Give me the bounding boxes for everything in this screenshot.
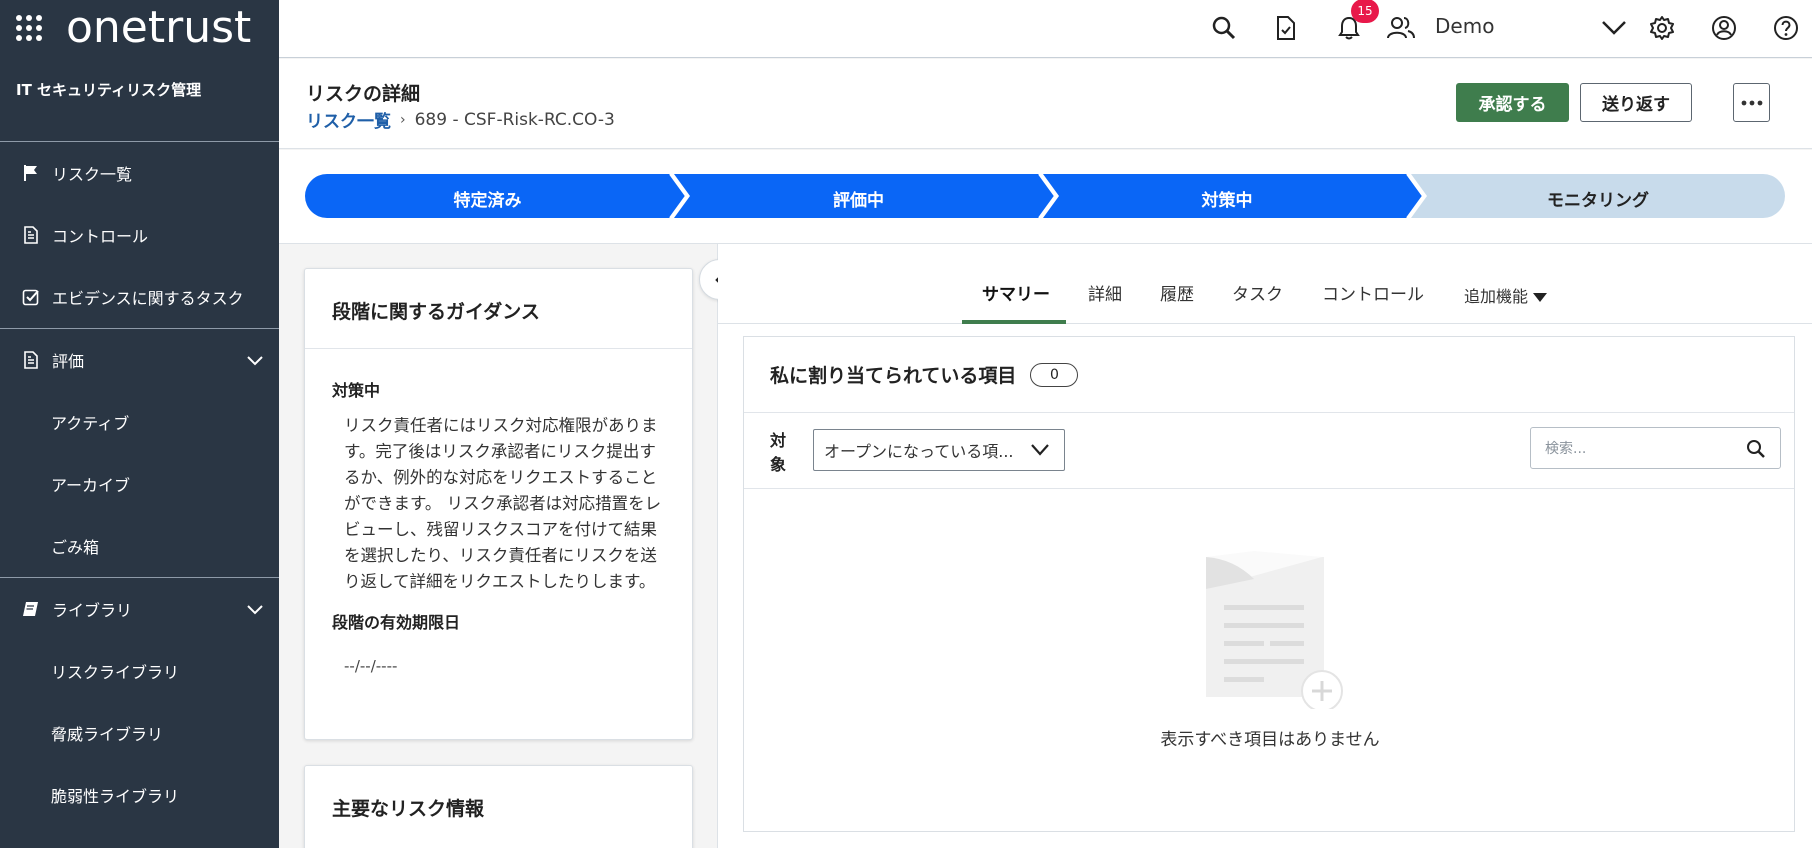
assigned-items-count: 0 xyxy=(1030,362,1079,387)
search-icon[interactable] xyxy=(1209,13,1239,43)
sidebar-item-label: 評価 xyxy=(52,352,85,371)
chevron-down-icon[interactable] xyxy=(247,600,263,619)
sidebar-item-label: リスク一覧 xyxy=(52,165,133,184)
search-input[interactable]: 検索... xyxy=(1530,427,1781,469)
document-icon xyxy=(22,226,40,244)
detail-tabs: サマリー 詳細 履歴 タスク コントロール 追加機能 xyxy=(718,244,1812,324)
help-icon[interactable] xyxy=(1771,13,1801,43)
sidebar-subitem-trash[interactable]: ごみ箱 xyxy=(0,515,279,577)
sidebar-item-risk-list[interactable]: リスク一覧 xyxy=(0,142,279,204)
assigned-items-header: 私に割り当てられている項目 0 xyxy=(744,337,1794,413)
ellipsis-icon xyxy=(1741,100,1762,105)
sidebar-item-label: コントロール xyxy=(52,227,149,246)
stage-guidance-card: 段階に関するガイダンス 対策中 リスク責任者にはリスク対応権限があります。完了後… xyxy=(304,268,693,740)
brand: onetrust xyxy=(0,0,279,56)
chevron-right-icon: › xyxy=(400,111,406,128)
checkbox-icon xyxy=(22,288,40,306)
onetrust-logo[interactable]: onetrust xyxy=(66,6,251,50)
account-icon[interactable] xyxy=(1709,13,1739,43)
page-title: リスクの詳細 xyxy=(306,83,421,105)
tab-additional-features[interactable]: 追加機能 xyxy=(1464,283,1548,307)
sidebar-subitem-threat-library[interactable]: 脅威ライブラリ xyxy=(0,702,279,764)
assigned-items-filter-bar: 対象 オープンになっている項... 検索... xyxy=(744,413,1794,489)
user-name[interactable]: Demo xyxy=(1435,14,1494,38)
filter-label: 対象 xyxy=(770,431,787,474)
stage-expiry-label: 段階の有効期限日 xyxy=(332,613,461,632)
empty-document-illustration-icon xyxy=(1206,551,1343,709)
notification-badge: 15 xyxy=(1351,0,1379,23)
stage-identified[interactable]: 特定済み xyxy=(305,186,670,211)
sidebar-item-label: エビデンスに関するタスク xyxy=(52,289,244,308)
key-risk-info-card: 主要なリスク情報 xyxy=(304,765,693,848)
breadcrumb: リスク一覧 › 689 - CSF-Risk-RC.CO-3 xyxy=(306,107,615,133)
sidebar-subitem-risk-library[interactable]: リスクライブラリ xyxy=(0,640,279,702)
tab-details[interactable]: 詳細 xyxy=(1088,280,1122,305)
breadcrumb-current: 689 - CSF-Risk-RC.CO-3 xyxy=(414,109,615,130)
tab-history[interactable]: 履歴 xyxy=(1160,280,1194,305)
users-icon[interactable] xyxy=(1386,13,1416,43)
caret-down-icon xyxy=(1533,293,1548,302)
guidance-title: 段階に関するガイダンス xyxy=(305,269,692,349)
document-check-icon[interactable] xyxy=(1271,13,1301,43)
tab-label: 追加機能 xyxy=(1464,287,1529,306)
send-back-button[interactable]: 送り返す xyxy=(1580,83,1692,122)
stage-expiry-value: --/--/---- xyxy=(344,657,398,675)
sidebar-subitem-active[interactable]: アクティブ xyxy=(0,391,279,453)
sidebar-group-library: ライブラリ リスクライブラリ 脅威ライブラリ 脆弱性ライブラリ xyxy=(0,578,279,826)
chevron-down-icon[interactable] xyxy=(247,351,263,370)
sidebar-item-library[interactable]: ライブラリ xyxy=(0,578,279,640)
sidebar-item-assessment[interactable]: 評価 xyxy=(0,329,279,391)
assigned-items-panel: 私に割り当てられている項目 0 対象 オープンになっている項... 検索... … xyxy=(743,336,1795,832)
filter-select[interactable]: オープンになっている項... xyxy=(813,429,1065,471)
sidebar-group-main: リスク一覧 コントロール エビデンスに関するタスク xyxy=(0,142,279,329)
breadcrumb-risk-list-link[interactable]: リスク一覧 xyxy=(306,107,391,132)
sidebar-subitem-archive[interactable]: アーカイブ xyxy=(0,453,279,515)
filter-select-value: オープンになっている項... xyxy=(824,442,1014,461)
top-bar: 15 Demo xyxy=(279,0,1812,58)
flag-icon xyxy=(22,164,40,182)
stage-monitoring[interactable]: モニタリング xyxy=(1411,186,1785,211)
stage-treating[interactable]: 対策中 xyxy=(1043,186,1411,211)
search-icon[interactable] xyxy=(1746,439,1766,463)
sidebar-item-label: ライブラリ xyxy=(52,601,133,620)
document-icon xyxy=(22,351,40,369)
sidebar-group-assessment: 評価 アクティブ アーカイブ ごみ箱 xyxy=(0,329,279,578)
tab-controls[interactable]: コントロール xyxy=(1322,280,1424,305)
tab-tasks[interactable]: タスク xyxy=(1232,280,1283,305)
chevron-down-icon[interactable] xyxy=(1599,13,1629,43)
stage-assessing[interactable]: 評価中 xyxy=(674,186,1043,211)
empty-state-message: 表示すべき項目はありません xyxy=(1160,730,1380,750)
chevron-down-icon xyxy=(1030,442,1050,461)
sidebar: onetrust IT セキュリティリスク管理 リスク一覧 コントロール エビデ… xyxy=(0,0,279,848)
tab-summary[interactable]: サマリー xyxy=(982,280,1050,305)
active-tab-indicator xyxy=(962,320,1066,324)
sidebar-item-evidence-tasks[interactable]: エビデンスに関するタスク xyxy=(0,266,279,328)
gear-icon[interactable] xyxy=(1647,13,1677,43)
key-risk-info-title: 主要なリスク情報 xyxy=(332,798,485,820)
approve-button[interactable]: 承認する xyxy=(1456,83,1569,122)
sidebar-item-controls[interactable]: コントロール xyxy=(0,204,279,266)
sidebar-subitem-vulnerability-library[interactable]: 脆弱性ライブラリ xyxy=(0,764,279,826)
book-icon xyxy=(22,600,40,618)
app-launcher-icon[interactable] xyxy=(16,15,42,41)
more-options-button[interactable] xyxy=(1733,83,1770,122)
stage-progress: 特定済み 評価中 対策中 モニタリング xyxy=(279,150,1812,244)
guidance-stage-name: 対策中 xyxy=(332,381,381,400)
guidance-text: リスク責任者にはリスク対応権限があります。完了後はリスク承認者にリスク提出するか… xyxy=(344,416,662,591)
page-header: リスクの詳細 リスク一覧 › 689 - CSF-Risk-RC.CO-3 承認… xyxy=(279,59,1812,149)
module-title: IT セキュリティリスク管理 xyxy=(0,56,279,142)
search-placeholder: 検索... xyxy=(1545,441,1587,457)
assigned-items-title: 私に割り当てられている項目 xyxy=(770,365,1017,387)
